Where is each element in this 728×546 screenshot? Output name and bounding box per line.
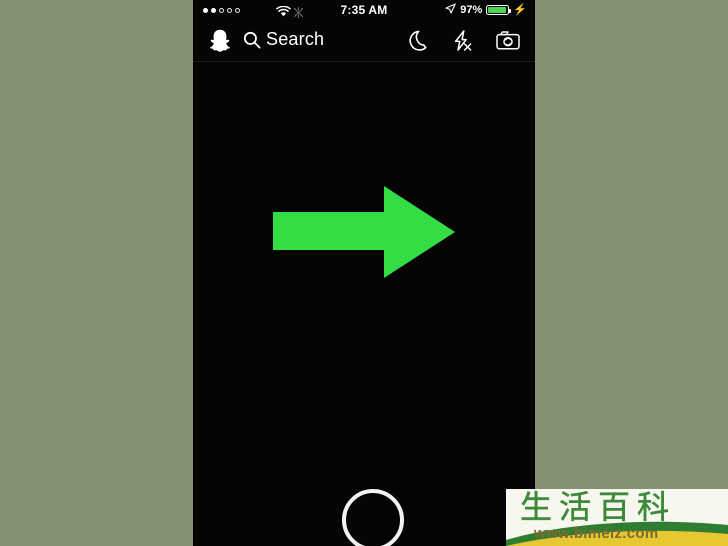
- watermark-title: 生活百科: [520, 489, 677, 526]
- camera-viewfinder[interactable]: [193, 62, 535, 546]
- battery-fill: [488, 7, 507, 13]
- ios-status-bar: 7:35 AM 97% ⚡: [193, 0, 535, 20]
- green-right-arrow-annotation: [273, 186, 455, 278]
- search-label[interactable]: Search: [266, 29, 324, 50]
- camera-flip-icon[interactable]: [496, 31, 520, 56]
- flash-off-icon[interactable]: [451, 30, 473, 57]
- shutter-button[interactable]: [342, 489, 404, 546]
- watermark-banner: 生活百科 www.bimeiz.com: [506, 489, 728, 546]
- watermark-url: www.bimeiz.com: [534, 525, 659, 542]
- snapchat-ghost-icon[interactable]: [210, 29, 230, 57]
- status-bar-right-group: 97% ⚡: [445, 0, 527, 20]
- search-icon[interactable]: [243, 31, 261, 54]
- battery-icon: [486, 5, 512, 15]
- location-arrow-icon: [445, 1, 457, 19]
- moon-icon[interactable]: [409, 30, 429, 56]
- battery-percent-label: 97%: [460, 4, 483, 16]
- lightning-bolt-icon: ⚡: [513, 3, 527, 16]
- snapchat-top-bar: Search: [193, 20, 535, 62]
- phone-screen: 7:35 AM 97% ⚡ Search: [193, 0, 535, 546]
